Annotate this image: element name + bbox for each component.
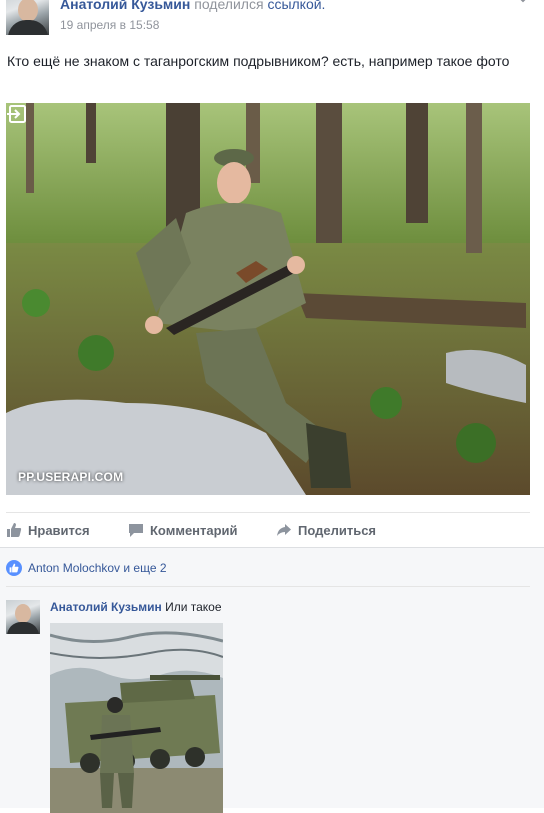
armored-vehicle-photo-image xyxy=(50,623,223,813)
likers-link[interactable]: Anton Molochkov и еще 2 xyxy=(28,561,167,575)
author-action-text: поделился xyxy=(194,0,264,12)
share-arrow-icon xyxy=(277,524,291,536)
author-avatar[interactable] xyxy=(6,0,49,35)
like-label: Нравится xyxy=(28,522,90,538)
likes-divider xyxy=(6,586,530,587)
share-button[interactable]: Поделиться xyxy=(276,520,376,540)
comment-photo[interactable] xyxy=(50,623,223,813)
external-link-icon[interactable] xyxy=(6,103,28,125)
comment-label: Комментарий xyxy=(150,522,238,538)
shared-link-photo[interactable]: PP.USERAPI.COM xyxy=(6,103,530,495)
avatar-face xyxy=(15,604,31,623)
chevron-down-icon[interactable] xyxy=(516,0,530,4)
post-timestamp[interactable]: 19 апреля в 15:58 xyxy=(60,18,159,32)
post-header: Анатолий Кузьмин поделился ссылкой. xyxy=(60,0,325,12)
comment-text: Или такое xyxy=(165,600,222,614)
post-card: Анатолий Кузьмин поделился ссылкой. 19 а… xyxy=(0,0,544,813)
comments-section: Anton Molochkov и еще 2 Анатолий Кузьмин… xyxy=(0,547,544,813)
comment-author-link[interactable]: Анатолий Кузьмин xyxy=(50,600,162,614)
thumbs-up-icon xyxy=(7,523,22,537)
avatar-shirt xyxy=(8,20,48,35)
avatar-shirt xyxy=(7,622,39,634)
comment-body: Анатолий Кузьмин Или такое xyxy=(50,600,222,614)
likes-summary[interactable]: Anton Molochkov и еще 2 xyxy=(6,560,167,576)
comment-button[interactable]: Комментарий xyxy=(128,520,238,540)
forest-photo-image xyxy=(6,103,530,495)
actions-divider xyxy=(6,512,530,513)
comment-author-avatar[interactable] xyxy=(6,600,40,634)
author-name-link[interactable]: Анатолий Кузьмин xyxy=(60,0,190,12)
comment-icon xyxy=(129,524,143,537)
like-button[interactable]: Нравится xyxy=(6,520,90,540)
share-label: Поделиться xyxy=(298,522,377,538)
like-bubble-icon xyxy=(6,560,22,576)
shared-link-link[interactable]: ссылкой. xyxy=(267,0,325,12)
avatar-face xyxy=(18,0,38,22)
photo-source-domain: PP.USERAPI.COM xyxy=(18,470,124,484)
post-text: Кто ещё не знаком с таганрогским подрывн… xyxy=(7,53,510,69)
